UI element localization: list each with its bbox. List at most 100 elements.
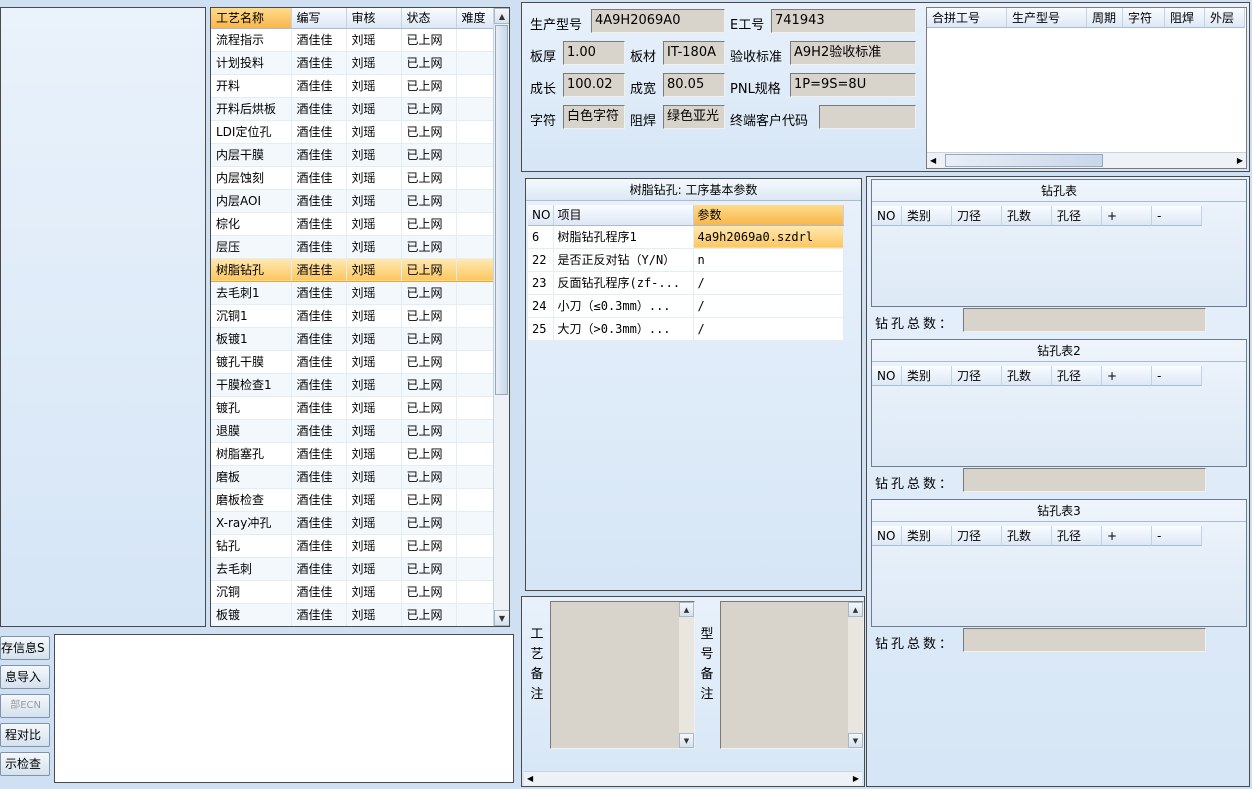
- table-row[interactable]: 计划投料 酒佳佳 刘瑶 已上网: [211, 51, 494, 75]
- column-header[interactable]: +: [1102, 366, 1152, 386]
- column-header[interactable]: -: [1152, 206, 1202, 226]
- process-table-scrollbar[interactable]: ▲ ▼: [493, 8, 509, 626]
- column-header[interactable]: 孔数: [1002, 366, 1052, 386]
- column-header[interactable]: 生产型号: [1007, 8, 1087, 28]
- column-header[interactable]: 参数: [693, 205, 844, 226]
- table-row[interactable]: 去毛刺 酒佳佳 刘瑶 已上网: [211, 557, 494, 581]
- merge-table[interactable]: 合拼工号 生产型号 周期 字符 阻焊 外层 ◀ ▶: [926, 7, 1247, 169]
- product-model-field[interactable]: 4A9H2069A0: [591, 9, 725, 33]
- table-row[interactable]: 去毛刺1 酒佳佳 刘瑶 已上网: [211, 281, 494, 305]
- table-row[interactable]: X-ray冲孔 酒佳佳 刘瑶 已上网: [211, 511, 494, 535]
- column-header[interactable]: 孔径: [1052, 366, 1102, 386]
- table-row[interactable]: 内层蚀刻 酒佳佳 刘瑶 已上网: [211, 166, 494, 190]
- drill-table-3[interactable]: 钻孔表3 NO 类别 刀径 孔数 孔径 + -: [871, 499, 1247, 627]
- table-row[interactable]: 钻孔 酒佳佳 刘瑶 已上网: [211, 534, 494, 558]
- column-header[interactable]: 孔径: [1052, 526, 1102, 546]
- table-row[interactable]: 流程指示 酒佳佳 刘瑶 已上网: [211, 28, 494, 52]
- drill-count-field[interactable]: [963, 308, 1206, 332]
- column-header[interactable]: NO: [872, 526, 902, 546]
- table-row[interactable]: 内层干膜 酒佳佳 刘瑶 已上网: [211, 143, 494, 167]
- column-header[interactable]: 项目: [553, 205, 694, 226]
- column-header[interactable]: NO: [872, 366, 902, 386]
- pnl-field[interactable]: 1P=9S=8U: [790, 73, 916, 97]
- navigation-tree-panel[interactable]: [0, 7, 206, 627]
- column-header[interactable]: NO: [528, 205, 554, 226]
- merge-table-hscrollbar[interactable]: ◀ ▶: [927, 152, 1246, 168]
- column-header[interactable]: 字符: [1123, 8, 1165, 28]
- column-header[interactable]: 孔径: [1052, 206, 1102, 226]
- column-header[interactable]: 孔数: [1002, 526, 1052, 546]
- table-row[interactable]: 内层AOI 酒佳佳 刘瑶 已上网: [211, 189, 494, 213]
- column-header[interactable]: 审核: [346, 8, 402, 29]
- char-field[interactable]: 白色字符: [563, 105, 625, 129]
- process-compare-button[interactable]: 程对比: [0, 723, 50, 747]
- table-row[interactable]: 24 小刀（≤0.3mm）... /: [528, 294, 844, 318]
- scroll-left-icon[interactable]: ◀: [527, 774, 533, 783]
- log-text-area[interactable]: [54, 634, 514, 783]
- drill-count-field[interactable]: [963, 628, 1206, 652]
- table-row[interactable]: 开料 酒佳佳 刘瑶 已上网: [211, 74, 494, 98]
- info-import-button[interactable]: 息导入: [0, 665, 50, 689]
- column-header[interactable]: 周期: [1087, 8, 1123, 28]
- scroll-down-icon[interactable]: ▼: [679, 733, 694, 748]
- drill-table-1[interactable]: 钻孔表 NO 类别 刀径 孔数 孔径 + -: [871, 179, 1247, 307]
- scroll-down-icon[interactable]: ▼: [494, 610, 509, 626]
- column-header[interactable]: 类别: [902, 366, 952, 386]
- scroll-right-icon[interactable]: ▶: [853, 774, 859, 783]
- scroll-thumb[interactable]: [495, 25, 508, 395]
- display-check-button[interactable]: 示检查: [0, 752, 50, 776]
- scroll-up-icon[interactable]: ▲: [679, 602, 694, 617]
- column-header[interactable]: 类别: [902, 526, 952, 546]
- column-header[interactable]: +: [1102, 206, 1152, 226]
- scroll-up-icon[interactable]: ▲: [848, 602, 863, 617]
- model-note-memo[interactable]: ▲ ▼: [720, 601, 864, 749]
- column-header[interactable]: 难度: [456, 8, 494, 29]
- column-header[interactable]: 刀径: [952, 526, 1002, 546]
- table-row[interactable]: 23 反面钻孔程序(zf-... /: [528, 271, 844, 295]
- column-header[interactable]: 工艺名称: [211, 8, 292, 29]
- column-header[interactable]: +: [1102, 526, 1152, 546]
- table-row[interactable]: 板镀 酒佳佳 刘瑶 已上网: [211, 603, 494, 626]
- table-row[interactable]: 层压 酒佳佳 刘瑶 已上网: [211, 235, 494, 259]
- remarks-hscrollbar[interactable]: ◀ ▶: [524, 771, 862, 786]
- table-row[interactable]: 镀孔 酒佳佳 刘瑶 已上网: [211, 396, 494, 420]
- customer-code-field[interactable]: [819, 105, 916, 129]
- table-row[interactable]: 退膜 酒佳佳 刘瑶 已上网: [211, 419, 494, 443]
- column-header[interactable]: 类别: [902, 206, 952, 226]
- e-number-field[interactable]: 741943: [771, 9, 916, 33]
- column-header[interactable]: -: [1152, 526, 1202, 546]
- table-row[interactable]: 沉铜1 酒佳佳 刘瑶 已上网: [211, 304, 494, 328]
- ecn-button[interactable]: 部ECN: [0, 694, 50, 718]
- table-row[interactable]: 树脂钻孔 酒佳佳 刘瑶 已上网: [211, 257, 494, 282]
- save-info-button[interactable]: 存信息S: [0, 636, 50, 660]
- param-table[interactable]: NO 项目 参数 6 树脂钻孔程序1 4a9h2069a0.szdrl 22 是否正反对钻（…: [528, 205, 844, 341]
- table-row[interactable]: 开料后烘板 酒佳佳 刘瑶 已上网: [211, 97, 494, 121]
- column-header[interactable]: NO: [872, 206, 902, 226]
- table-row[interactable]: LDI定位孔 酒佳佳 刘瑶 已上网: [211, 120, 494, 144]
- table-row[interactable]: 6 树脂钻孔程序1 4a9h2069a0.szdrl: [528, 225, 844, 249]
- drill-count-field[interactable]: [963, 468, 1206, 492]
- column-header[interactable]: 外层: [1205, 8, 1245, 28]
- scroll-down-icon[interactable]: ▼: [848, 733, 863, 748]
- scroll-left-icon[interactable]: ◀: [930, 156, 936, 165]
- thickness-field[interactable]: 1.00: [563, 41, 625, 65]
- material-field[interactable]: IT-180A: [663, 41, 725, 65]
- table-row[interactable]: 板镀1 酒佳佳 刘瑶 已上网: [211, 327, 494, 351]
- column-header[interactable]: 刀径: [952, 206, 1002, 226]
- column-header[interactable]: 编写: [291, 8, 347, 29]
- column-header[interactable]: 合拼工号: [927, 8, 1007, 28]
- table-row[interactable]: 25 大刀（>0.3mm）... /: [528, 317, 844, 341]
- column-header[interactable]: 孔数: [1002, 206, 1052, 226]
- process-table[interactable]: 工艺名称 编写 审核 状态 难度 流程指示 酒佳佳 刘瑶 已上网 计划投料 酒佳佳 刘瑶 已上网 开料酒…: [210, 7, 510, 627]
- scroll-thumb[interactable]: [945, 154, 1103, 167]
- process-note-memo[interactable]: ▲ ▼: [550, 601, 695, 749]
- table-row[interactable]: 22 是否正反对钻（Y/N） n: [528, 248, 844, 272]
- table-row[interactable]: 树脂塞孔 酒佳佳 刘瑶 已上网: [211, 442, 494, 466]
- table-row[interactable]: 沉铜 酒佳佳 刘瑶 已上网: [211, 580, 494, 604]
- scroll-up-icon[interactable]: ▲: [494, 8, 509, 24]
- column-header[interactable]: -: [1152, 366, 1202, 386]
- column-header[interactable]: 刀径: [952, 366, 1002, 386]
- solder-field[interactable]: 绿色亚光: [663, 105, 725, 129]
- length-field[interactable]: 100.02: [563, 73, 625, 97]
- table-row[interactable]: 镀孔干膜 酒佳佳 刘瑶 已上网: [211, 350, 494, 374]
